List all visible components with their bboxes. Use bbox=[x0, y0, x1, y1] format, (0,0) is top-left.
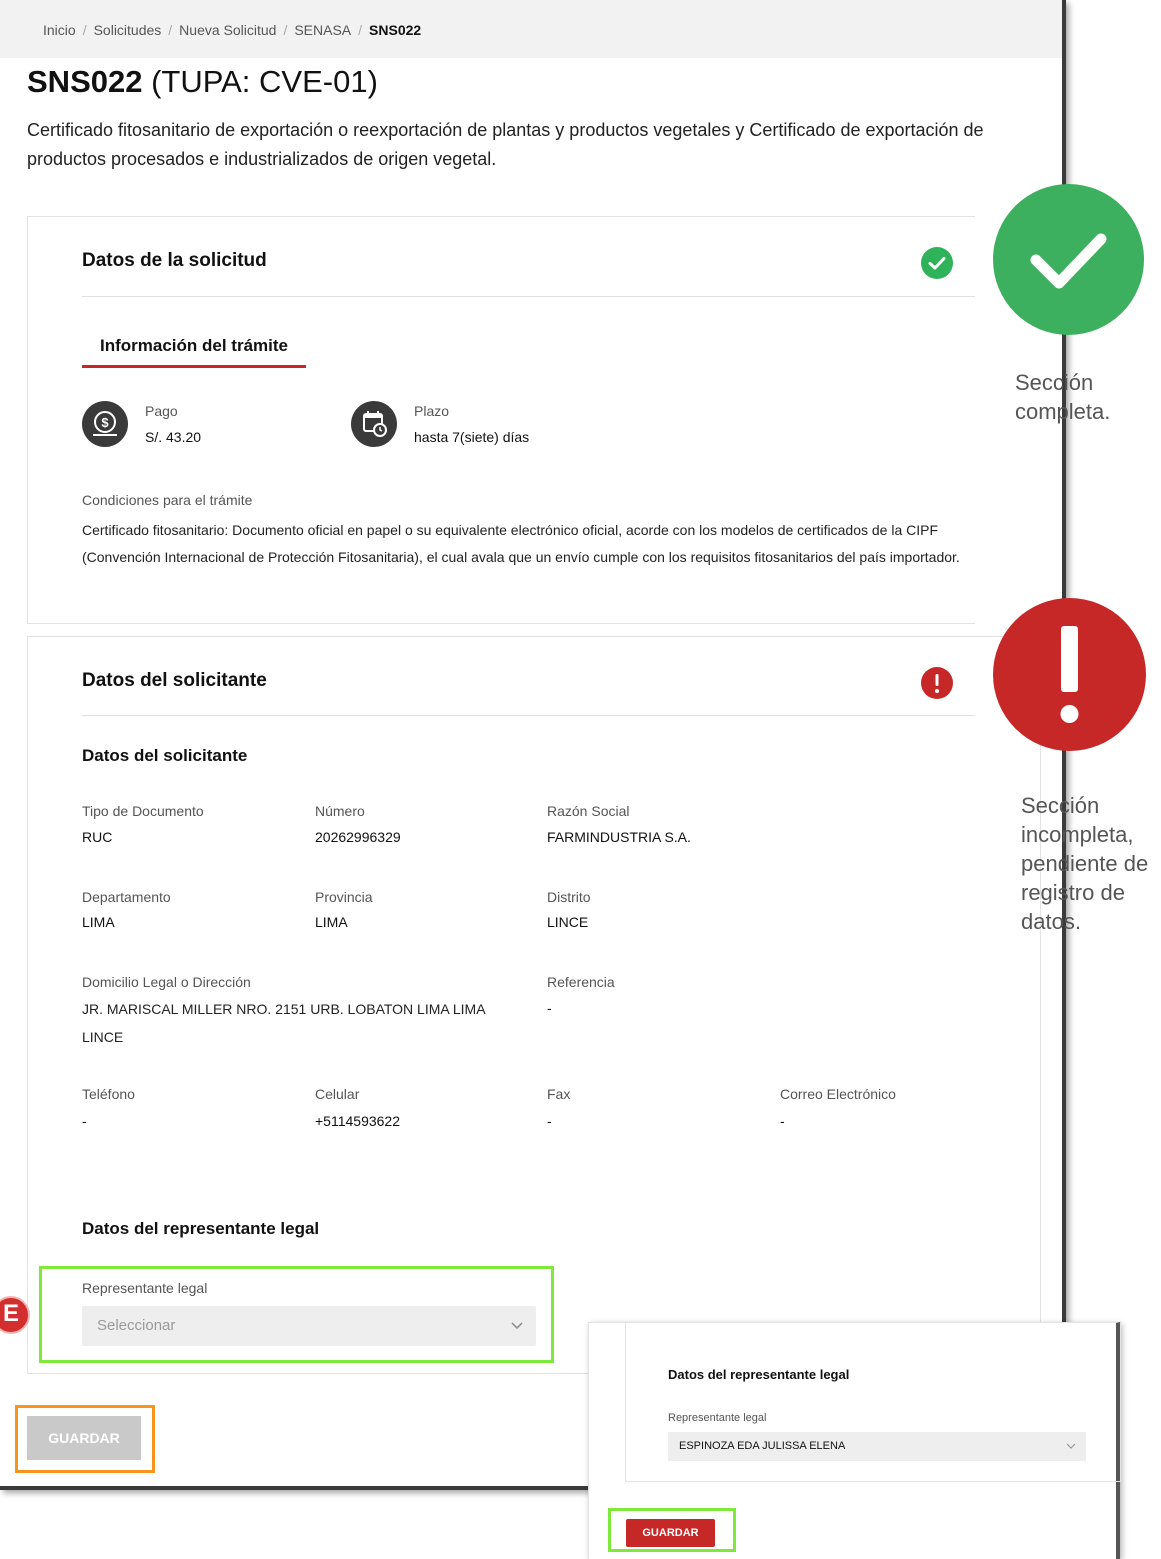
breadcrumb-nueva-solicitud[interactable]: Nueva Solicitud bbox=[179, 22, 276, 38]
page-title: SNS022 (TUPA: CVE-01) bbox=[27, 64, 378, 100]
representante-label: Representante legal bbox=[82, 1280, 208, 1296]
inset-save-button[interactable]: GUARDAR bbox=[626, 1519, 715, 1547]
celular-value: +5114593622 bbox=[315, 1113, 400, 1129]
procedure-description: Certificado fitosanitario de exportación… bbox=[27, 120, 984, 169]
section-divider bbox=[82, 296, 975, 297]
calendar-clock-icon bbox=[351, 401, 397, 447]
razon-social-value: FARMINDUSTRIA S.A. bbox=[547, 829, 691, 845]
breadcrumb-solicitudes[interactable]: Solicitudes bbox=[94, 22, 162, 38]
complete-callout-text: Sección completa. bbox=[1015, 370, 1111, 424]
complete-callout-icon bbox=[993, 184, 1144, 335]
numero-value: 20262996329 bbox=[315, 829, 401, 845]
breadcrumb-separator: / bbox=[82, 22, 87, 38]
section-complete-icon bbox=[921, 247, 953, 279]
payment-icon: $ bbox=[82, 401, 128, 447]
distrito-value: LINCE bbox=[547, 914, 589, 930]
inset-representante-title: Datos del representante legal bbox=[668, 1367, 850, 1382]
departamento-label: Departamento bbox=[82, 889, 171, 905]
fax-label: Fax bbox=[547, 1086, 571, 1102]
breadcrumb-separator: / bbox=[358, 22, 363, 38]
breadcrumb: Inicio / Solicitudes / Nueva Solicitud / SENAS… bbox=[43, 22, 421, 38]
breadcrumb-current: SNS022 bbox=[369, 22, 422, 38]
provincia-value: LIMA bbox=[315, 914, 348, 930]
tipo-documento-value: RUC bbox=[82, 829, 113, 845]
breadcrumb-bar: Inicio / Solicitudes / Nueva Solicitud / SENAS… bbox=[0, 0, 1062, 58]
incomplete-callout-text: Sección incompleta, pendiente de registr… bbox=[1021, 793, 1149, 934]
svg-text:$: $ bbox=[101, 415, 109, 430]
plazo-label: Plazo bbox=[414, 403, 450, 419]
tipo-documento-label: Tipo de Documento bbox=[82, 803, 204, 819]
breadcrumb-separator: / bbox=[283, 22, 288, 38]
breadcrumb-separator: / bbox=[168, 22, 173, 38]
breadcrumb-senasa[interactable]: SENASA bbox=[294, 22, 351, 38]
incomplete-callout-icon bbox=[993, 598, 1146, 751]
chevron-down-icon bbox=[508, 1316, 526, 1334]
procedure-code: SNS022 bbox=[27, 64, 143, 99]
tupa-code: (TUPA: CVE-01) bbox=[151, 64, 378, 99]
fax-value: - bbox=[547, 1113, 552, 1129]
inset-screenshot: Datos del representante legal Representa… bbox=[588, 1321, 1121, 1559]
razon-social-label: Razón Social bbox=[547, 803, 630, 819]
referencia-value: - bbox=[547, 1000, 552, 1016]
provincia-label: Provincia bbox=[315, 889, 373, 905]
representante-select-placeholder: Seleccionar bbox=[97, 1317, 176, 1334]
correo-value: - bbox=[780, 1113, 785, 1129]
representante-subtitle: Datos del representante legal bbox=[82, 1219, 320, 1238]
solicitante-section-title: Datos del solicitante bbox=[82, 670, 267, 691]
solicitante-subtitle: Datos del solicitante bbox=[82, 746, 248, 765]
inset-representante-select[interactable]: ESPINOZA EDA JULISSA ELENA bbox=[668, 1432, 1086, 1461]
numero-label: Número bbox=[315, 803, 365, 819]
pago-value: S/. 43.20 bbox=[145, 429, 202, 445]
representante-select[interactable]: Seleccionar bbox=[82, 1306, 536, 1346]
domicilio-value: JR. MARISCAL MILLER NRO. 2151 URB. LOBAT… bbox=[82, 1001, 485, 1045]
domicilio-label: Domicilio Legal o Dirección bbox=[82, 974, 251, 990]
chevron-down-icon bbox=[1064, 1439, 1078, 1453]
inset-select-value: ESPINOZA EDA JULISSA ELENA bbox=[679, 1440, 846, 1452]
telefono-value: - bbox=[82, 1113, 87, 1129]
plazo-value: hasta 7(siete) días bbox=[414, 429, 530, 445]
solicitud-section-title: Datos de la solicitud bbox=[82, 250, 267, 271]
pago-label: Pago bbox=[145, 403, 178, 419]
telefono-label: Teléfono bbox=[82, 1086, 135, 1102]
celular-label: Celular bbox=[315, 1086, 360, 1102]
step-marker: E bbox=[0, 1296, 30, 1334]
referencia-label: Referencia bbox=[547, 974, 615, 990]
condiciones-text: Certificado fitosanitario: Documento ofi… bbox=[82, 522, 960, 565]
tab-informacion-tramite[interactable]: Información del trámite bbox=[82, 333, 306, 368]
correo-label: Correo Electrónico bbox=[780, 1086, 896, 1102]
distrito-label: Distrito bbox=[547, 889, 591, 905]
inset-representante-label: Representante legal bbox=[668, 1412, 767, 1424]
section-divider bbox=[82, 715, 975, 716]
departamento-value: LIMA bbox=[82, 914, 115, 930]
condiciones-label: Condiciones para el trámite bbox=[82, 492, 253, 508]
save-button-disabled[interactable]: GUARDAR bbox=[27, 1416, 141, 1460]
main-screenshot: Inicio / Solicitudes / Nueva Solicitud / SENAS… bbox=[0, 0, 1066, 1490]
breadcrumb-inicio[interactable]: Inicio bbox=[43, 22, 76, 38]
section-incomplete-icon bbox=[921, 667, 953, 699]
